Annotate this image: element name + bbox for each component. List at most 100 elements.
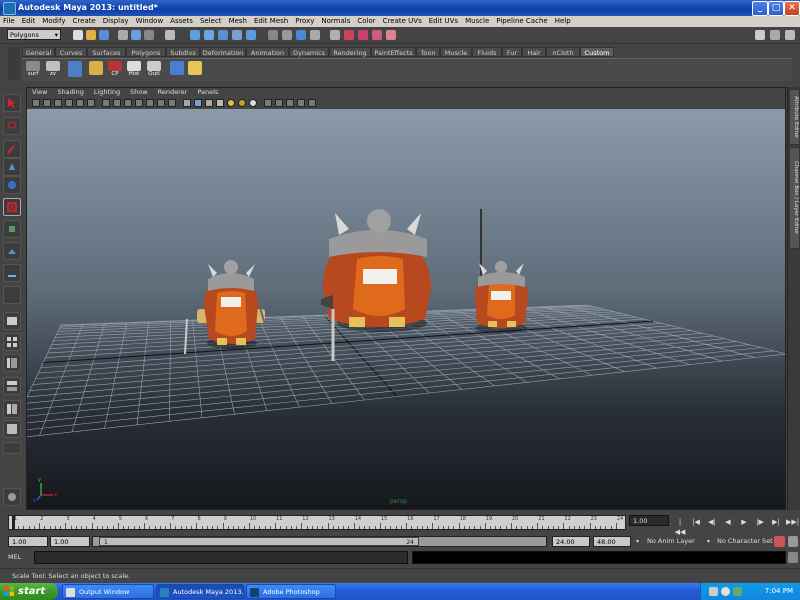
tab-fluids[interactable]: Fluids xyxy=(472,47,502,57)
menu-set-dropdown[interactable]: Polygons ▾ xyxy=(7,29,61,40)
show-attribute-editor-icon[interactable] xyxy=(755,30,765,40)
toolbox-collapse-button[interactable] xyxy=(3,442,21,454)
shelf-hist-button[interactable]: Hist xyxy=(125,61,143,80)
snap-point-icon[interactable] xyxy=(218,30,228,40)
layout-four-button[interactable] xyxy=(3,333,21,351)
time-slider[interactable]: 1 2 3 4 5 6 7 8 9 10 11 12 13 14 15 16 17 18 19 20 21 22 23 24 xyxy=(8,515,626,530)
command-language-label[interactable]: MEL xyxy=(8,552,32,563)
menu-edit[interactable]: Edit xyxy=(19,16,40,27)
tab-deformation[interactable]: Deformation xyxy=(200,47,246,57)
move-tool-button[interactable] xyxy=(3,158,21,176)
film-gate-icon[interactable] xyxy=(113,99,121,107)
soft-mod-tool-button[interactable] xyxy=(3,242,21,260)
volume-icon[interactable] xyxy=(721,587,730,596)
menu-select[interactable]: Select xyxy=(197,16,226,27)
wireframe-icon[interactable] xyxy=(183,99,191,107)
tab-custom[interactable]: Custom xyxy=(580,47,614,57)
tab-dynamics[interactable]: Dynamics xyxy=(289,47,329,57)
camera-attributes-icon[interactable] xyxy=(43,99,51,107)
menu-pipeline-cache[interactable]: Pipeline Cache xyxy=(493,16,551,27)
safe-title-icon[interactable] xyxy=(168,99,176,107)
tab-rendering[interactable]: Rendering xyxy=(329,47,371,57)
maya-app-icon[interactable] xyxy=(3,2,16,15)
select-object-icon[interactable] xyxy=(131,30,141,40)
select-component-icon[interactable] xyxy=(144,30,154,40)
menu-proxy[interactable]: Proxy xyxy=(292,16,318,27)
menu-assets[interactable]: Assets xyxy=(167,16,197,27)
command-input[interactable] xyxy=(34,551,408,564)
ipr-render-icon[interactable] xyxy=(358,30,368,40)
menu-edit-mesh[interactable]: Edit Mesh xyxy=(251,16,292,27)
help-icon[interactable] xyxy=(310,30,320,40)
step-forward-key-button[interactable]: ▶| xyxy=(770,517,782,527)
range-slider-handle[interactable]: 1 24 xyxy=(99,537,419,546)
shadows-icon[interactable] xyxy=(238,99,246,107)
tab-hair[interactable]: Hair xyxy=(522,47,546,57)
layout-persp-outliner-button[interactable] xyxy=(3,354,21,372)
menu-edit-uvs[interactable]: Edit UVs xyxy=(426,16,462,27)
show-channel-box-icon[interactable] xyxy=(785,30,795,40)
step-back-frame-button[interactable]: ◀| xyxy=(706,517,718,527)
show-manipulator-button[interactable] xyxy=(3,264,21,282)
tab-fur[interactable]: Fur xyxy=(502,47,522,57)
output-ops-icon[interactable] xyxy=(282,30,292,40)
smooth-wireframe-icon[interactable] xyxy=(308,99,316,107)
shelf-layers-button[interactable] xyxy=(168,61,186,80)
layout-persp-graph-button[interactable] xyxy=(3,377,21,395)
playback-end-field[interactable]: 24.00 xyxy=(552,536,590,547)
save-scene-icon[interactable] xyxy=(99,30,109,40)
playback-start-field[interactable]: 1.00 xyxy=(50,536,90,547)
tray-app-icon[interactable] xyxy=(709,587,718,596)
network-icon[interactable] xyxy=(733,587,742,596)
play-backwards-button[interactable]: ◀ xyxy=(722,517,734,527)
viewport-menu-panels[interactable]: Panels xyxy=(192,88,223,97)
image-plane-icon[interactable] xyxy=(65,99,73,107)
scale-tool-button[interactable] xyxy=(3,198,21,216)
tab-ncloth[interactable]: nCloth xyxy=(546,47,580,57)
play-forwards-button[interactable]: ▶ xyxy=(738,517,750,527)
animation-preferences-icon[interactable] xyxy=(788,536,798,547)
layout-single-button[interactable] xyxy=(3,312,21,330)
menu-file[interactable]: File xyxy=(0,16,19,27)
menu-mesh[interactable]: Mesh xyxy=(226,16,251,27)
render-frame-icon[interactable] xyxy=(344,30,354,40)
anim-layer-dropdown[interactable]: No Anim Layer xyxy=(647,536,695,547)
sculpt-tool-button[interactable] xyxy=(3,488,21,506)
safe-action-icon[interactable] xyxy=(157,99,165,107)
tab-toon[interactable]: Toon xyxy=(416,47,440,57)
lasso-tool-button[interactable] xyxy=(3,117,21,135)
start-button[interactable]: start xyxy=(0,583,58,600)
use-all-lights-icon[interactable] xyxy=(227,99,235,107)
close-button[interactable]: ✕ xyxy=(784,1,800,16)
resolution-gate-icon[interactable] xyxy=(124,99,132,107)
render-settings-icon[interactable] xyxy=(372,30,382,40)
tab-painteffects[interactable]: PaintEffects xyxy=(371,47,416,57)
layout-hypershade-button[interactable] xyxy=(3,400,21,418)
current-frame-field[interactable]: 1.00 xyxy=(629,515,669,526)
viewport-menu-show[interactable]: Show xyxy=(125,88,153,97)
chevron-down-icon[interactable]: ▾ xyxy=(636,536,639,547)
current-time-marker[interactable] xyxy=(12,516,15,529)
menu-help[interactable]: Help xyxy=(552,16,575,27)
character-set-dropdown[interactable]: No Character Set xyxy=(717,536,773,547)
chevron-down-icon[interactable]: ▾ xyxy=(707,536,710,547)
layout-custom-button[interactable] xyxy=(3,420,21,438)
show-tool-settings-icon[interactable] xyxy=(770,30,780,40)
taskbar-photoshop[interactable]: Adobe Photoshop xyxy=(246,584,336,599)
shelf-surf-button[interactable]: surf xyxy=(24,61,42,80)
menu-muscle[interactable]: Muscle xyxy=(462,16,493,27)
grid-toggle-icon[interactable] xyxy=(102,99,110,107)
go-to-end-button[interactable]: ▶▶| xyxy=(786,517,799,527)
render-view-icon[interactable] xyxy=(330,30,340,40)
hypershade-icon[interactable] xyxy=(386,30,396,40)
bookmarks-icon[interactable] xyxy=(54,99,62,107)
script-editor-icon[interactable] xyxy=(788,552,798,563)
snap-view-plane-icon[interactable] xyxy=(232,30,242,40)
viewport-menu-renderer[interactable]: Renderer xyxy=(153,88,193,97)
go-to-start-button[interactable]: |◀◀ xyxy=(674,517,686,536)
viewport-menu-view[interactable]: View xyxy=(27,88,52,97)
last-tool-button[interactable] xyxy=(3,286,21,304)
open-scene-icon[interactable] xyxy=(86,30,96,40)
animation-end-field[interactable]: 48.00 xyxy=(593,536,631,547)
shelf-cube-button[interactable] xyxy=(87,61,105,80)
